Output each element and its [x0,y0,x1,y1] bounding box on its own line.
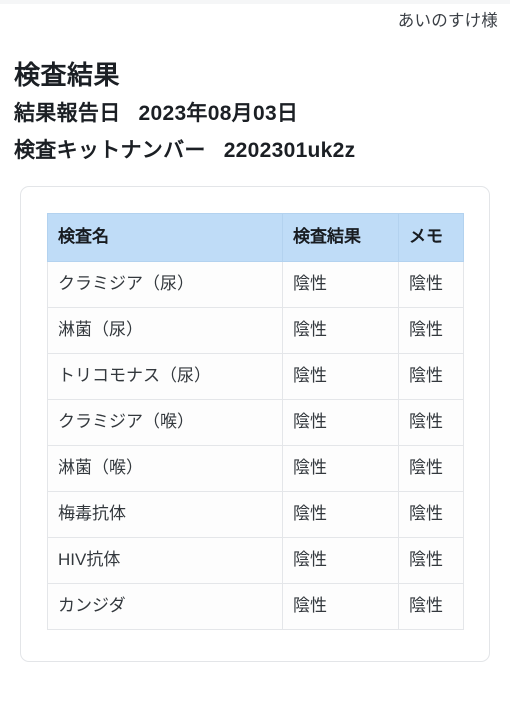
report-date-value: 2023年08月03日 [138,102,299,125]
kit-number-label: 検査キットナンバー [14,139,206,162]
cell-test-name: HIV抗体 [47,537,283,584]
cell-memo: 陰性 [398,307,464,354]
report-date-row: 結果報告日 2023年08月03日 [14,98,494,129]
cell-test-name: クラミジア（尿） [47,261,283,308]
cell-memo: 陰性 [398,353,464,400]
cell-test-result: 陰性 [282,445,399,492]
table-row: 淋菌（尿） 陰性 陰性 [47,307,464,354]
cell-memo: 陰性 [398,261,464,308]
cell-test-name: カンジダ [47,583,283,630]
column-header-memo: メモ [398,213,464,262]
kit-number-value: 2202301uk2z [223,139,356,162]
greeting-row: あいのすけ様 [0,4,510,34]
table-row: HIV抗体 陰性 陰性 [47,537,464,584]
column-header-test-name: 検査名 [47,213,283,262]
cell-test-name: クラミジア（喉） [47,399,283,446]
cell-memo: 陰性 [398,583,464,630]
table-header-row: 検査名 検査結果 メモ [47,213,464,262]
cell-test-result: 陰性 [282,353,399,400]
cell-memo: 陰性 [398,537,464,584]
table-row: クラミジア（喉） 陰性 陰性 [47,399,464,446]
cell-test-name: トリコモナス（尿） [47,353,283,400]
column-header-test-result: 検査結果 [282,213,399,262]
user-greeting: あいのすけ様 [397,12,498,30]
report-meta: 結果報告日 2023年08月03日 検査キットナンバー 2202301uk2z [14,98,494,166]
table-row: 淋菌（喉） 陰性 陰性 [47,445,464,492]
cell-test-result: 陰性 [282,537,399,584]
results-page: あいのすけ様 検査結果 結果報告日 2023年08月03日 検査キットナンバー … [0,0,510,703]
cell-test-name: 淋菌（喉） [47,445,283,492]
cell-memo: 陰性 [398,445,464,492]
table-row: カンジダ 陰性 陰性 [47,583,464,630]
cell-test-result: 陰性 [282,583,399,630]
cell-test-result: 陰性 [282,261,399,308]
cell-test-result: 陰性 [282,399,399,446]
cell-test-result: 陰性 [282,491,399,538]
results-card: 検査名 検査結果 メモ クラミジア（尿） 陰性 陰性 淋菌（尿） 陰性 陰性 ト… [20,186,490,662]
cell-test-name: 梅毒抗体 [47,491,283,538]
test-results-table: 検査名 検査結果 メモ クラミジア（尿） 陰性 陰性 淋菌（尿） 陰性 陰性 ト… [47,213,464,630]
report-date-label: 結果報告日 [14,102,121,125]
cell-test-result: 陰性 [282,307,399,354]
table-row: クラミジア（尿） 陰性 陰性 [47,261,464,308]
table-body: クラミジア（尿） 陰性 陰性 淋菌（尿） 陰性 陰性 トリコモナス（尿） 陰性 … [47,261,464,630]
table-row: トリコモナス（尿） 陰性 陰性 [47,353,464,400]
cell-memo: 陰性 [398,491,464,538]
cell-memo: 陰性 [398,399,464,446]
cell-test-name: 淋菌（尿） [47,307,283,354]
kit-number-row: 検査キットナンバー 2202301uk2z [14,135,494,166]
page-title: 検査結果 [14,60,121,91]
table-header: 検査名 検査結果 メモ [47,213,464,262]
table-row: 梅毒抗体 陰性 陰性 [47,491,464,538]
